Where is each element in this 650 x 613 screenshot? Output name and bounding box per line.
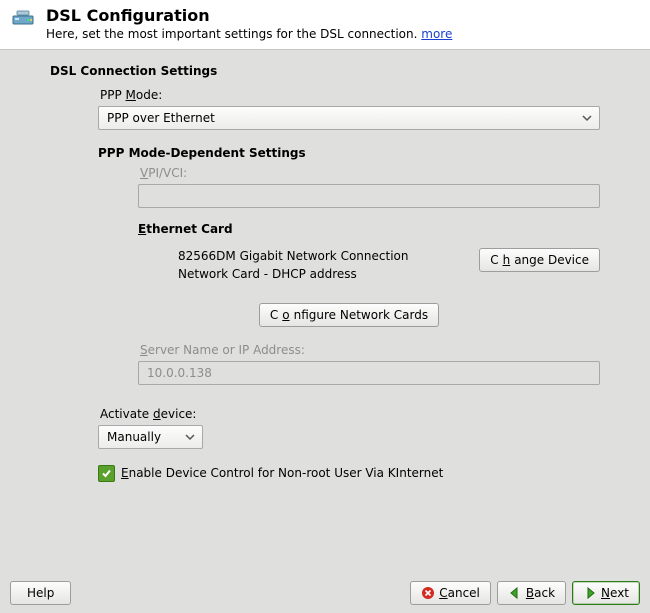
arrow-left-icon [508,586,522,600]
server-label: Server Name or IP Address: [140,343,600,357]
back-button[interactable]: Back [497,581,566,605]
configure-network-cards-button[interactable]: Configure Network Cards [259,303,439,327]
activate-device-select[interactable]: Manually [98,425,203,449]
ethernet-card-description: 82566DM Gigabit Network Connection Netwo… [178,248,408,283]
vpi-vci-input [138,184,600,208]
kinternet-checkbox-label: Enable Device Control for Non-root User … [121,466,443,480]
more-link[interactable]: more [421,27,452,41]
chevron-down-icon [182,426,198,448]
help-button[interactable]: Help [10,581,71,605]
header: DSL Configuration Here, set the most imp… [0,0,650,50]
section-title: DSL Connection Settings [50,64,620,78]
activate-device-value: Manually [107,430,161,444]
server-input: 10.0.0.138 [138,361,600,385]
bottom-bar: Help Cancel Back Next [0,575,650,613]
change-device-button[interactable]: Change Device [479,248,600,272]
arrow-right-icon [583,586,597,600]
kinternet-checkbox[interactable] [98,465,115,482]
chevron-down-icon [579,107,595,129]
ppp-mode-value: PPP over Ethernet [107,111,215,125]
modem-icon [10,6,36,30]
next-button[interactable]: Next [572,581,640,605]
ethernet-card-title: Ethernet Card [138,222,600,236]
cancel-button[interactable]: Cancel [410,581,491,605]
activate-device-label: Activate device: [100,407,600,421]
ppp-dep-title: PPP Mode-Dependent Settings [98,146,600,160]
ppp-mode-select[interactable]: PPP over Ethernet [98,106,600,130]
cancel-icon [421,586,435,600]
vpi-vci-label: VPI/VCI: [140,166,600,180]
kinternet-checkbox-row[interactable]: Enable Device Control for Non-root User … [98,465,600,482]
page-subtitle: Here, set the most important settings fo… [46,27,452,41]
page-title: DSL Configuration [46,6,452,25]
ppp-mode-label: PPP Mode: [100,88,600,102]
